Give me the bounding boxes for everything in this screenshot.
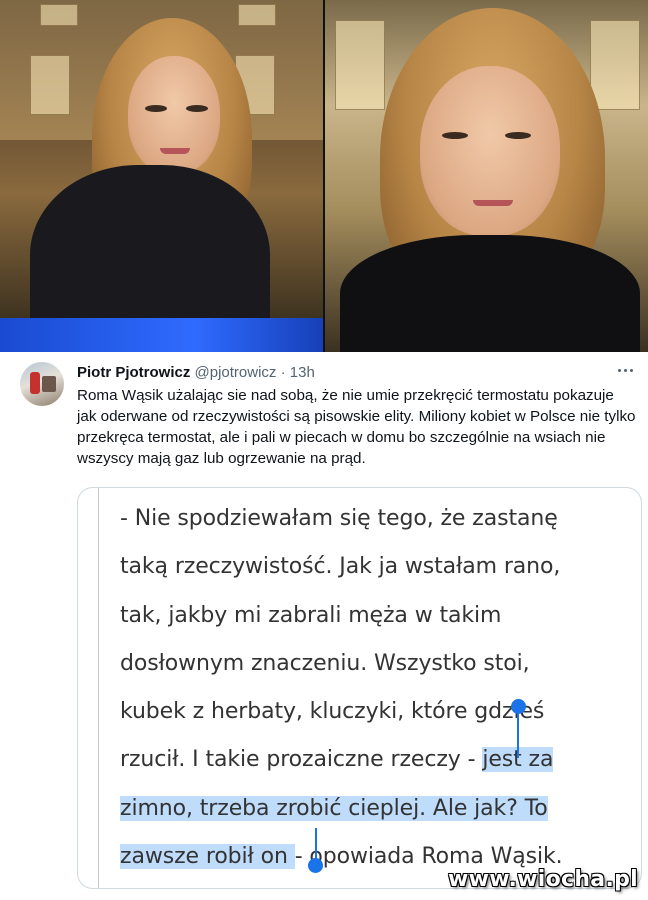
article-excerpt: - Nie spodziewałam się tego, że zastanę … bbox=[120, 495, 640, 881]
excerpt-line: zimno, trzeba zrobić cieplej. Ale jak? T… bbox=[120, 785, 640, 833]
author-handle[interactable]: @pjotrowicz bbox=[195, 364, 277, 381]
excerpt-line: kubek z herbaty, kluczyki, które gdzieś bbox=[120, 699, 545, 725]
tv-screenshot-photo bbox=[0, 0, 648, 352]
excerpt-line: tak, jakby mi zabrali męża w takim bbox=[120, 602, 502, 628]
card-left-rule bbox=[98, 488, 99, 888]
tweet-text: Roma Wąsik użalając sie nad sobą, że nie… bbox=[77, 387, 636, 467]
selection-end-handle[interactable] bbox=[308, 858, 323, 873]
excerpt-line: dosłownym znaczeniu. Wszystko stoi, bbox=[120, 650, 530, 676]
more-horizontal-icon[interactable] bbox=[610, 360, 640, 380]
selected-text: zawsze robił on bbox=[120, 844, 295, 870]
tweet-media-card[interactable]: - Nie spodziewałam się tego, że zastanę … bbox=[77, 487, 642, 889]
tweet-timestamp[interactable]: 13h bbox=[290, 364, 315, 381]
photo-right-woman bbox=[323, 0, 648, 352]
separator-dot: · bbox=[280, 364, 286, 381]
author-name[interactable]: Piotr Pjotrowicz bbox=[77, 364, 190, 381]
avatar[interactable] bbox=[20, 362, 64, 406]
photo-left-woman bbox=[0, 0, 323, 352]
selected-text: zimno, trzeba zrobić cieplej. Ale jak? T… bbox=[120, 795, 548, 821]
excerpt-line: rzucił. I takie prozaiczne rzeczy - jest… bbox=[120, 736, 640, 784]
selection-start-caret bbox=[517, 710, 519, 758]
excerpt-text: - opowiada Roma Wąsik. bbox=[294, 844, 563, 870]
tweet-header: Piotr Pjotrowicz @pjotrowicz · 13h bbox=[77, 363, 315, 383]
excerpt-text: rzucił. I takie prozaiczne rzeczy - bbox=[120, 747, 483, 773]
excerpt-line: taką rzeczywistość. Jak ja wstałam rano, bbox=[120, 554, 561, 580]
site-watermark: www.wiocha.pl bbox=[448, 867, 638, 892]
excerpt-line: - Nie spodziewałam się tego, że zastanę bbox=[120, 506, 558, 531]
tweet: Piotr Pjotrowicz @pjotrowicz · 13h Roma … bbox=[0, 352, 648, 900]
